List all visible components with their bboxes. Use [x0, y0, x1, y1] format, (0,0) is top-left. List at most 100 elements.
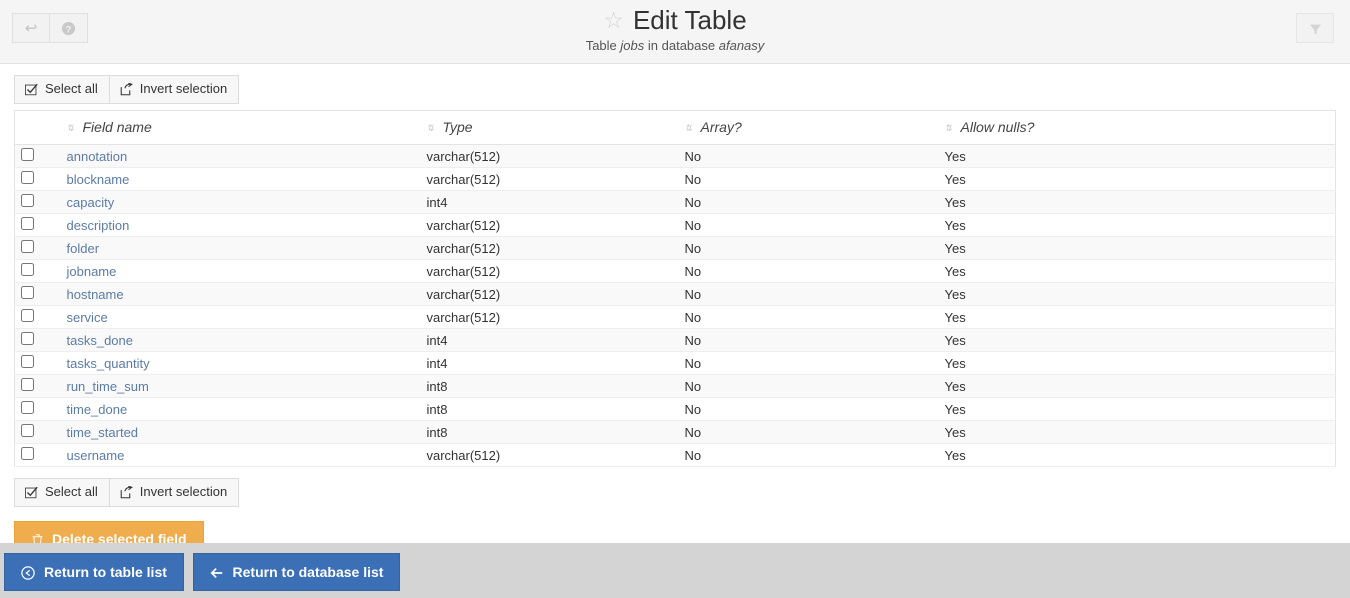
field-nulls-cell: Yes	[938, 213, 1336, 237]
field-type-cell: int4	[420, 328, 679, 352]
row-checkbox[interactable]	[21, 240, 34, 253]
column-header-array[interactable]: ⇅ Array?	[678, 110, 939, 145]
row-checkbox[interactable]	[21, 447, 34, 460]
app-header: ↩ ? ☆ Edit Table Table jobs in database …	[0, 0, 1350, 64]
field-array-cell: No	[678, 167, 939, 191]
field-name-link[interactable]: folder	[67, 241, 100, 256]
sort-arrows-icon: ⇅	[426, 123, 435, 133]
field-array-cell: No	[678, 144, 939, 168]
table-row: service varchar(512) No Yes	[14, 305, 1336, 329]
row-checkbox-cell	[14, 190, 61, 214]
row-checkbox-cell	[14, 443, 61, 467]
field-name-link[interactable]: jobname	[67, 264, 117, 279]
field-type-cell: varchar(512)	[420, 443, 679, 467]
select-all-label-top: Select all	[45, 81, 98, 96]
invert-selection-button-bottom[interactable]: Invert selection	[109, 478, 240, 507]
row-checkbox[interactable]	[21, 401, 34, 414]
field-nulls-cell: Yes	[938, 397, 1336, 421]
return-to-database-list-button[interactable]: Return to database list	[192, 553, 401, 592]
field-name-link[interactable]: description	[67, 218, 130, 233]
main-content: Select all Invert selection ⇅ Field name	[0, 64, 1350, 598]
table-row: time_started int8 No Yes	[14, 420, 1336, 444]
row-checkbox-cell	[14, 374, 61, 398]
field-array-cell: No	[678, 259, 939, 283]
header-title-block: ☆ Edit Table Table jobs in database afan…	[0, 4, 1350, 53]
return-to-table-list-button[interactable]: Return to table list	[4, 553, 184, 592]
table-row: folder varchar(512) No Yes	[14, 236, 1336, 260]
field-name-link[interactable]: time_started	[67, 425, 139, 440]
selection-toolbar-top: Select all Invert selection	[14, 75, 240, 104]
field-name-link[interactable]: time_done	[67, 402, 128, 417]
field-name-link[interactable]: service	[67, 310, 108, 325]
field-name-link[interactable]: tasks_done	[67, 333, 134, 348]
checked-box-icon	[25, 81, 38, 97]
fields-table-body: annotation varchar(512) No Yes blockname varc…	[14, 144, 1336, 467]
field-nulls-cell: Yes	[938, 259, 1336, 283]
field-nulls-cell: Yes	[938, 236, 1336, 260]
selection-toolbar-bottom: Select all Invert selection	[14, 478, 240, 507]
field-array-cell: No	[678, 397, 939, 421]
row-checkbox[interactable]	[21, 263, 34, 276]
row-checkbox[interactable]	[21, 171, 34, 184]
field-name-cell: hostname	[60, 282, 421, 306]
row-checkbox[interactable]	[21, 424, 34, 437]
invert-selection-button-top[interactable]: Invert selection	[109, 75, 240, 104]
field-name-cell: annotation	[60, 144, 421, 168]
page-title: ☆ Edit Table	[603, 4, 746, 36]
sort-arrows-icon: ⇅	[944, 123, 953, 133]
field-name-link[interactable]: blockname	[67, 172, 130, 187]
invert-selection-label-bottom: Invert selection	[139, 484, 228, 499]
field-name-link[interactable]: hostname	[67, 287, 124, 302]
table-row: annotation varchar(512) No Yes	[14, 144, 1336, 168]
field-name-cell: time_done	[60, 397, 421, 421]
star-outline-icon[interactable]: ☆	[603, 8, 624, 32]
select-all-button-top[interactable]: Select all	[14, 75, 110, 104]
field-type-cell: varchar(512)	[420, 213, 679, 237]
select-all-button-bottom[interactable]: Select all	[14, 478, 110, 507]
field-type-cell: varchar(512)	[420, 144, 679, 168]
field-type-cell: int8	[420, 420, 679, 444]
row-checkbox-cell	[14, 144, 61, 168]
field-name-link[interactable]: annotation	[67, 149, 128, 164]
field-name-cell: service	[60, 305, 421, 329]
row-checkbox[interactable]	[21, 217, 34, 230]
field-name-cell: capacity	[60, 190, 421, 214]
row-checkbox[interactable]	[21, 148, 34, 161]
row-checkbox[interactable]	[21, 309, 34, 322]
column-header-field-name[interactable]: ⇅ Field name	[60, 110, 421, 145]
table-row: blockname varchar(512) No Yes	[14, 167, 1336, 191]
row-checkbox-cell	[14, 167, 61, 191]
field-name-link[interactable]: capacity	[67, 195, 115, 210]
row-checkbox[interactable]	[21, 378, 34, 391]
row-checkbox[interactable]	[21, 355, 34, 368]
field-name-link[interactable]: tasks_quantity	[67, 356, 150, 371]
field-array-cell: No	[678, 282, 939, 306]
row-checkbox-cell	[14, 420, 61, 444]
field-array-cell: No	[678, 213, 939, 237]
field-name-link[interactable]: username	[67, 448, 125, 463]
field-nulls-cell: Yes	[938, 305, 1336, 329]
row-checkbox-cell	[14, 328, 61, 352]
field-type-cell: varchar(512)	[420, 167, 679, 191]
field-nulls-cell: Yes	[938, 144, 1336, 168]
field-name-cell: folder	[60, 236, 421, 260]
field-type-cell: int4	[420, 351, 679, 375]
filter-button[interactable]	[1296, 13, 1334, 43]
filter-funnel-icon	[1309, 20, 1322, 35]
row-checkbox[interactable]	[21, 194, 34, 207]
field-array-cell: No	[678, 420, 939, 444]
breadcrumb: Table jobs in database afanasy	[0, 38, 1350, 53]
row-checkbox-cell	[14, 397, 61, 421]
field-name-cell: jobname	[60, 259, 421, 283]
row-checkbox[interactable]	[21, 332, 34, 345]
row-checkbox-cell	[14, 282, 61, 306]
field-type-cell: int8	[420, 374, 679, 398]
row-checkbox-cell	[14, 305, 61, 329]
field-type-cell: varchar(512)	[420, 259, 679, 283]
column-header-allow-nulls[interactable]: ⇅ Allow nulls?	[938, 110, 1336, 145]
column-header-type[interactable]: ⇅ Type	[420, 110, 679, 145]
row-checkbox[interactable]	[21, 286, 34, 299]
field-name-link[interactable]: run_time_sum	[67, 379, 149, 394]
back-circle-icon	[21, 564, 35, 581]
arrow-left-icon	[210, 564, 224, 580]
